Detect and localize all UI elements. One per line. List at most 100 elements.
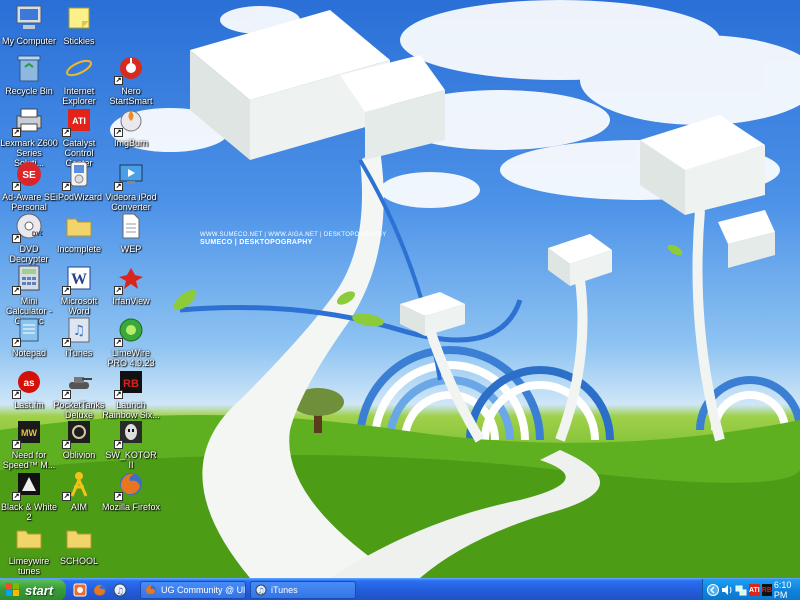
desktop-icon-label: LimeWire PRO 4.9.23 — [107, 348, 155, 368]
internet-explorer-icon: e — [63, 52, 95, 84]
desktop-icons: My Computer Recycle Bin ↗ Lexmark Z600 S… — [0, 0, 170, 578]
desktop-icon-label: AIM — [70, 502, 87, 512]
task-button-ug-community[interactable]: UG Community @ Ulti... — [140, 581, 246, 599]
desktop-icon-label: iPodWizard — [55, 192, 102, 202]
tank-icon: ↗ — [62, 366, 95, 399]
ati-tray-icon[interactable]: ATI — [749, 584, 760, 596]
nero-icon: ↗ — [114, 52, 147, 85]
desktop-icon-limewire[interactable]: ↗ LimeWire PRO 4.9.23 — [102, 314, 160, 368]
firefox-icon: ↗ — [114, 468, 147, 501]
wallpaper-caption-title: SUMECO | DESKTOPOGRAPHY — [200, 239, 313, 246]
dvd-icon: DVD ↗ — [12, 210, 45, 243]
kotor-icon: ↗ — [114, 416, 147, 449]
desktop-icon-incomplete[interactable]: Incomplete — [50, 210, 108, 254]
rainbow-six-icon: RB ↗ — [114, 366, 147, 399]
desktop-icon-label: Mozilla Firefox — [102, 502, 161, 512]
calculator-icon: ↗ — [12, 262, 45, 295]
aim-icon: ↗ — [62, 468, 95, 501]
svg-text:♫: ♫ — [257, 587, 264, 596]
desktop-icon-aim[interactable]: ↗ AIM — [50, 468, 108, 512]
imgburn-icon: ↗ — [114, 104, 147, 137]
windows-logo-icon — [6, 583, 19, 596]
oblivion-icon: ↗ — [62, 416, 95, 449]
printer-icon: ↗ — [12, 104, 45, 137]
document-icon — [115, 210, 147, 242]
rainbow-tray-label: RB — [761, 586, 772, 594]
firefox-icon[interactable] — [92, 582, 108, 598]
folder-icon — [63, 210, 95, 242]
network-icon[interactable] — [735, 584, 747, 596]
desktop-icon-stickies[interactable]: Stickies — [50, 2, 108, 46]
desktop-icon-school[interactable]: SCHOOL — [50, 522, 108, 566]
desktop-icon-itunes[interactable]: ♫ ↗ iTunes — [50, 314, 108, 358]
desktop-icon-imgburn[interactable]: ↗ ImgBurn — [102, 104, 160, 148]
media-icon[interactable] — [72, 582, 88, 598]
black-white-icon: ↗ — [12, 468, 45, 501]
desktop-icon-label: WEP — [120, 244, 142, 254]
svg-text:♫: ♫ — [116, 587, 124, 597]
ati-icon: ATI ↗ — [62, 104, 95, 137]
desktop-icon-label: ImgBurn — [113, 138, 148, 148]
desktop-icon-label: SW_KOTOR II — [105, 450, 157, 470]
quick-launch: ♫ — [72, 582, 128, 598]
volume-icon[interactable] — [721, 584, 733, 596]
system-tray: ATI RB 6:10 PM — [702, 579, 800, 600]
desktop-icon-label: IrfanView — [112, 296, 150, 306]
folder-icon — [13, 522, 45, 554]
firefox-icon — [146, 585, 156, 595]
desktop-icon-microsoft-word[interactable]: W ↗ Microsoft Word — [50, 262, 108, 316]
svg-text:♫: ♫ — [73, 323, 86, 339]
itunes-icon[interactable]: ♫ — [112, 582, 128, 598]
desktop-icon-label: Videora iPod Converter — [105, 192, 157, 212]
svg-text:ATI: ATI — [72, 116, 86, 126]
limewire-icon: ↗ — [114, 314, 147, 347]
desktop-icon-label: Oblivion — [62, 450, 96, 460]
desktop[interactable]: WWW.SUMECO.NET | WWW.AIGA.NET | DESKTOPO… — [0, 0, 800, 578]
wallpaper-caption: WWW.SUMECO.NET | WWW.AIGA.NET | DESKTOPO… — [200, 232, 387, 246]
desktop-icon-irfanview[interactable]: ↗ IrfanView — [102, 262, 160, 306]
desktop-icon-label: SCHOOL — [59, 556, 98, 566]
desktop-icon-internet-explorer[interactable]: e Internet Explorer — [50, 52, 108, 106]
rainbow-tray-icon[interactable]: RB — [761, 584, 772, 596]
lastfm-icon: as ↗ — [12, 366, 45, 399]
adaware-icon: SE ↗ — [12, 158, 45, 191]
desktop-icon-rainbow-six[interactable]: RB ↗ Launch Rainbow Six... — [102, 366, 160, 420]
desktop-icon-nero[interactable]: ↗ Nero StartSmart — [102, 52, 160, 106]
desktop-icon-firefox[interactable]: ↗ Mozilla Firefox — [102, 468, 160, 512]
taskbar: start ♫ UG Community @ Ulti... ♫ iTunes … — [0, 578, 800, 600]
chevron-left-icon[interactable] — [707, 584, 719, 596]
desktop-icon-kotor[interactable]: ↗ SW_KOTOR II — [102, 416, 160, 470]
ati-tray-label: ATI — [749, 586, 760, 594]
desktop-icon-pockettanks[interactable]: ↗ PocketTanks Deluxe — [50, 366, 108, 420]
desktop-icon-label: Nero StartSmart — [109, 86, 153, 106]
recycle-bin-icon — [13, 52, 45, 84]
computer-icon — [13, 2, 45, 34]
stickies-icon — [63, 2, 95, 34]
svg-text:as: as — [23, 378, 35, 389]
desktop-icon-label: iTunes — [65, 348, 93, 358]
desktop-icon-label: Stickies — [63, 36, 95, 46]
clock[interactable]: 6:10 PM — [774, 580, 794, 600]
desktop-icon-ipodwizard[interactable]: ↗ iPodWizard — [50, 158, 108, 202]
svg-text:e: e — [74, 56, 84, 81]
notepad-icon: ↗ — [12, 314, 45, 347]
task-button-label: UG Community @ Ulti... — [161, 585, 246, 595]
itunes-icon: ♫ — [255, 584, 267, 596]
irfanview-icon: ↗ — [114, 262, 147, 295]
svg-text:SE: SE — [22, 170, 36, 181]
desktop-icon-wep[interactable]: WEP — [102, 210, 160, 254]
itunes-icon: ♫ ↗ — [62, 314, 95, 347]
desktop-icon-videora[interactable]: ↗ Videora iPod Converter — [102, 158, 160, 212]
nfs-icon: MW ↗ — [12, 416, 45, 449]
svg-text:RB: RB — [123, 378, 139, 390]
desktop-icon-label: Internet Explorer — [62, 86, 96, 106]
start-button[interactable]: start — [0, 579, 66, 600]
start-label: start — [25, 582, 54, 598]
svg-text:DVD: DVD — [32, 232, 43, 238]
ipodwizard-icon: ↗ — [62, 158, 95, 191]
svg-text:W: W — [71, 271, 87, 288]
folder-icon — [63, 522, 95, 554]
desktop-icon-label: Microsoft Word — [60, 296, 98, 316]
desktop-icon-oblivion[interactable]: ↗ Oblivion — [50, 416, 108, 460]
task-button-itunes[interactable]: ♫ iTunes — [250, 581, 356, 599]
